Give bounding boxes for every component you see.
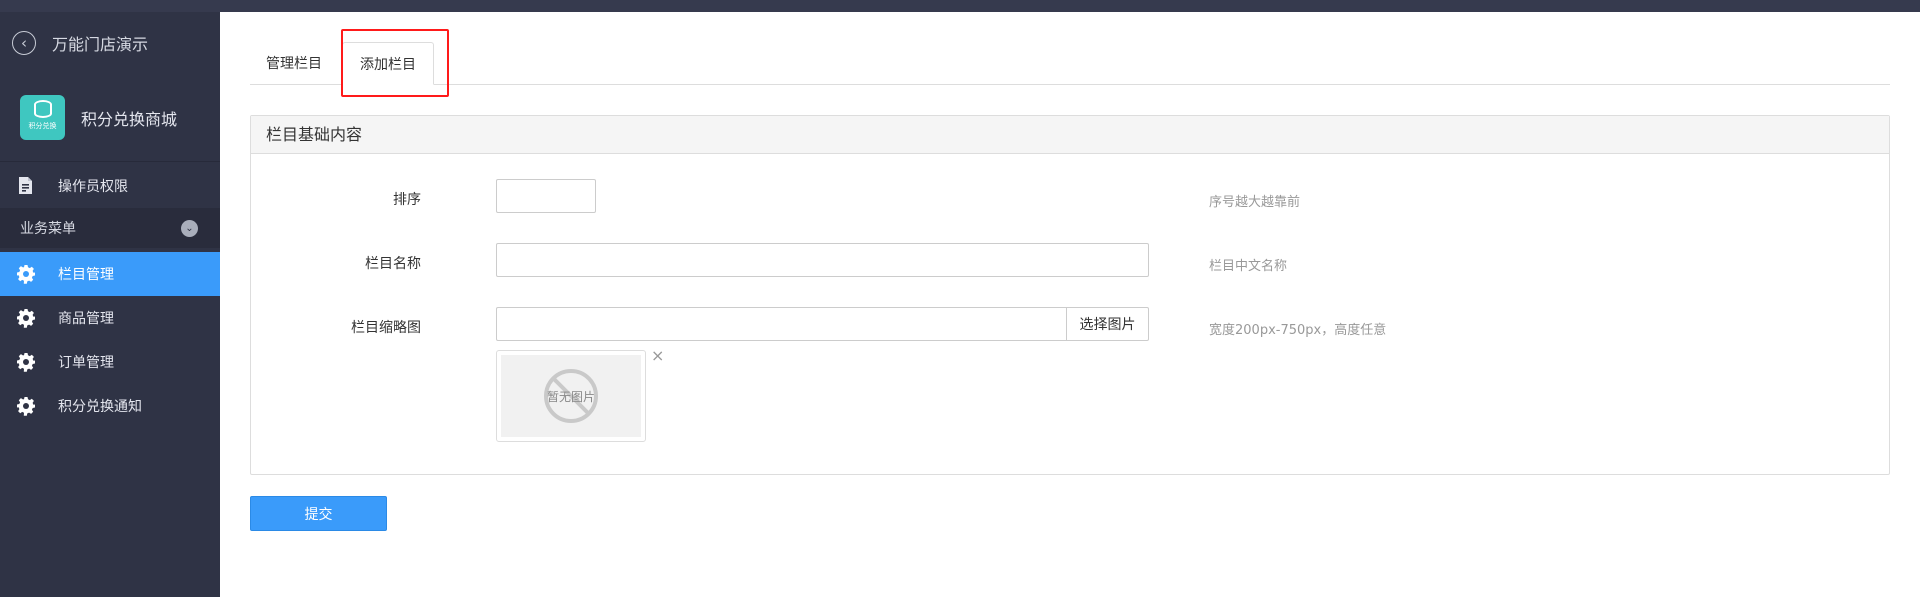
gear-icon [16,396,36,416]
top-bar [0,0,1920,12]
document-edit-icon [16,176,36,196]
sidebar-item-orders[interactable]: 订单管理 [0,340,220,384]
gear-icon [16,264,36,284]
gear-icon [16,352,36,372]
sort-hint: 序号越大越靠前 [1209,195,1301,210]
sidebar-item-label: 操作员权限 [58,179,128,195]
back-arrow-icon[interactable]: ‹ [12,31,36,55]
sidebar: ‹ 万能门店演示 积分兑换 积分兑换商城 操作员权限 业务菜单 ⌄ 栏目管理 商… [0,12,220,597]
sidebar-item-products[interactable]: 商品管理 [0,296,220,340]
back-link[interactable]: ‹ 万能门店演示 [0,12,220,74]
sort-input[interactable] [496,179,596,213]
no-image-placeholder: 暂无图片 [501,355,641,437]
category-name-hint: 栏目中文名称 [1209,259,1288,274]
tab-manage-category[interactable]: 管理栏目 [250,42,338,85]
store-name: 万能门店演示 [52,35,149,54]
thumbnail-label: 栏目缩略图 [351,320,421,336]
chevron-down-icon[interactable]: ⌄ [181,220,198,237]
menu-group-header[interactable]: 业务菜单 ⌄ [0,208,220,248]
sort-label: 排序 [393,192,421,208]
sidebar-item-label: 栏目管理 [58,267,114,283]
select-image-button[interactable]: 选择图片 [1066,307,1149,341]
thumbnail-hint: 宽度200px-750px，高度任意 [1209,323,1387,338]
tab-bar: 管理栏目 添加栏目 [250,42,1890,85]
sidebar-item-category[interactable]: 栏目管理 [0,252,220,296]
category-name-label: 栏目名称 [365,256,421,272]
no-image-text: 暂无图片 [546,389,595,404]
menu-group-label: 业务菜单 [20,221,76,237]
tab-add-category[interactable]: 添加栏目 [342,42,434,85]
sidebar-item-permissions[interactable]: 操作员权限 [0,164,220,208]
thumbnail-preview: 暂无图片 [496,350,646,442]
app-header: 积分兑换 积分兑换商城 [0,74,220,162]
gear-icon [16,308,36,328]
app-logo-text: 积分兑换 [28,122,57,130]
close-icon[interactable]: × [651,348,664,364]
form-panel: 栏目基础内容 排序 序号越大越靠前 栏目名称 栏目中文名称 栏目缩略图 选择图片… [250,115,1890,475]
thumbnail-input[interactable] [496,307,1067,341]
sidebar-item-notifications[interactable]: 积分兑换通知 [0,384,220,428]
panel-title: 栏目基础内容 [251,116,1889,154]
sidebar-item-label: 积分兑换通知 [58,399,142,415]
main-content: 管理栏目 添加栏目 栏目基础内容 排序 序号越大越靠前 栏目名称 栏目中文名称 … [220,12,1920,597]
app-name: 积分兑换商城 [81,109,178,129]
sidebar-item-label: 商品管理 [58,311,114,327]
category-name-input[interactable] [496,243,1149,277]
submit-button[interactable]: 提交 [250,496,387,531]
sidebar-item-label: 订单管理 [58,355,114,371]
app-logo: 积分兑换 [20,95,65,140]
database-icon [33,100,52,118]
